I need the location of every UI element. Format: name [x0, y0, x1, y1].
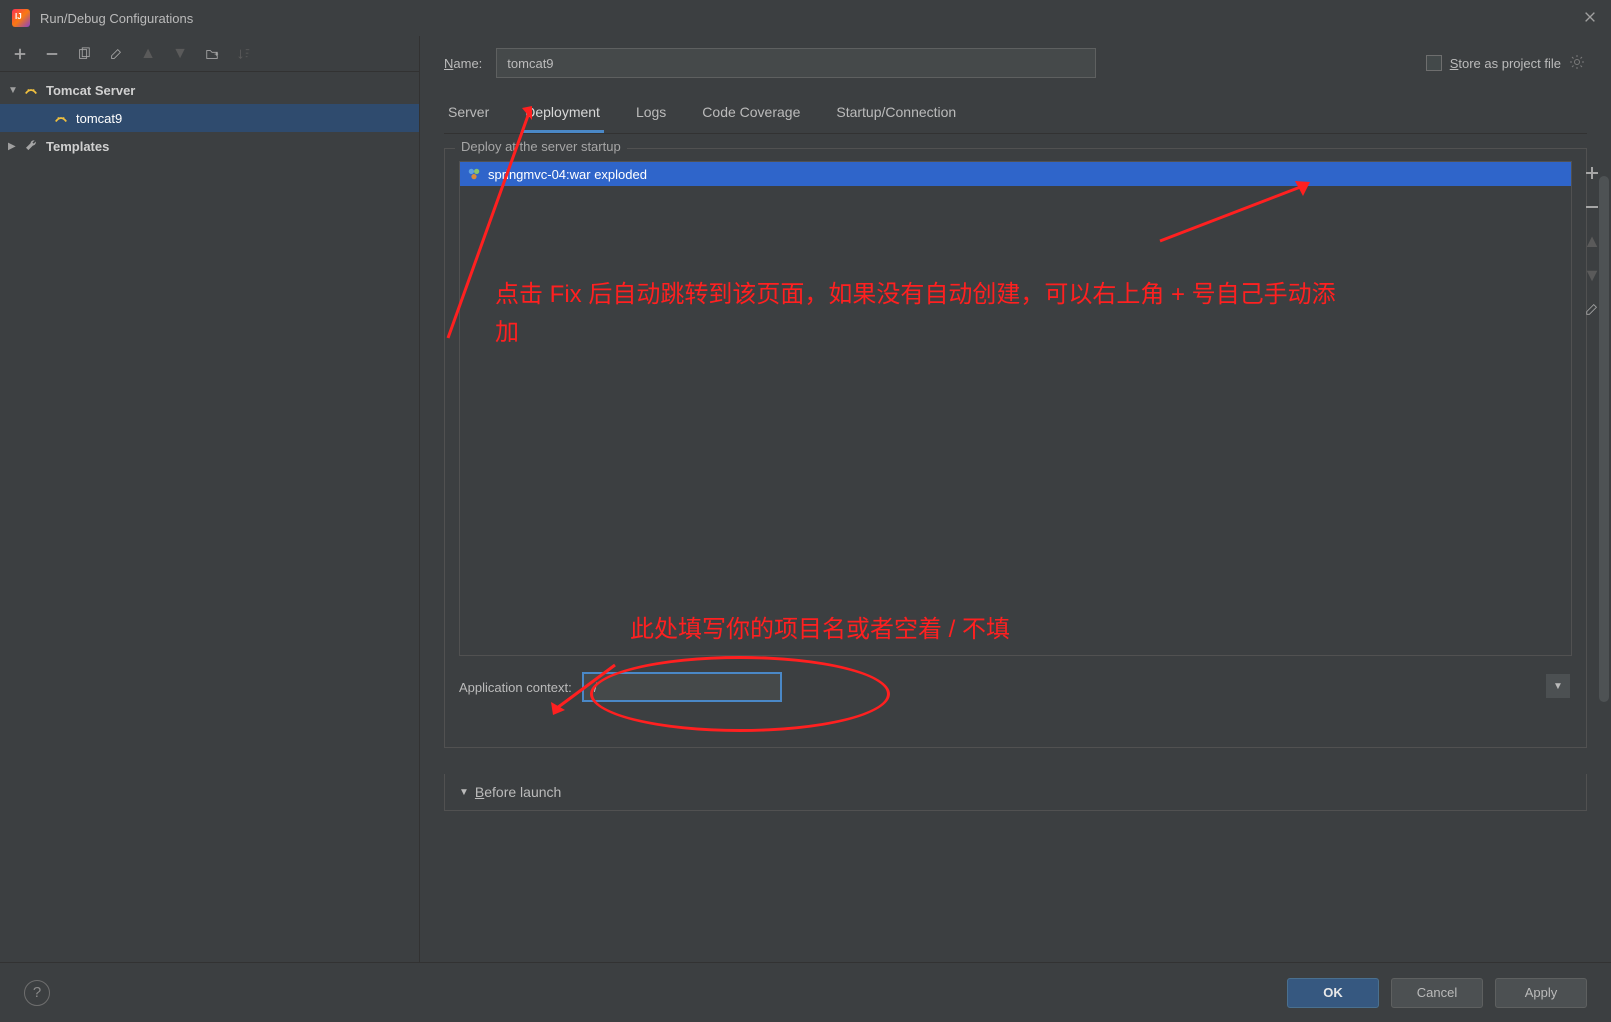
window-title: Run/Debug Configurations — [40, 11, 1583, 26]
tomcat-icon — [22, 81, 40, 99]
content-panel: Name: Store as project file Server Deplo… — [420, 36, 1611, 962]
before-launch-title[interactable]: ▼ Before launch — [459, 784, 1572, 800]
tabs: Server Deployment Logs Code Coverage Sta… — [444, 92, 1587, 134]
store-checkbox[interactable] — [1426, 55, 1442, 71]
gear-icon[interactable] — [1569, 54, 1587, 72]
tree-item-label: tomcat9 — [76, 111, 122, 126]
copy-config-button[interactable] — [72, 42, 96, 66]
deploy-section-label: Deploy at the server startup — [455, 139, 627, 154]
tab-logs[interactable]: Logs — [632, 98, 670, 133]
tree-templates[interactable]: ▶ Templates — [0, 132, 419, 160]
move-down-button[interactable]: ▼ — [168, 42, 192, 66]
wrench-icon — [22, 137, 40, 155]
cancel-button[interactable]: Cancel — [1391, 978, 1483, 1008]
name-label: Name: — [444, 56, 482, 71]
application-context-dropdown[interactable]: ▼ — [1546, 674, 1570, 698]
edit-templates-button[interactable] — [104, 42, 128, 66]
titlebar: Run/Debug Configurations — [0, 0, 1611, 36]
tree-item-tomcat9[interactable]: tomcat9 — [0, 104, 419, 132]
store-as-project-file[interactable]: Store as project file — [1426, 54, 1587, 72]
tree-category-tomcat[interactable]: ▼ Tomcat Server — [0, 76, 419, 104]
tab-deployment[interactable]: Deployment — [521, 98, 604, 133]
apply-button[interactable]: Apply — [1495, 978, 1587, 1008]
artifact-row[interactable]: springmvc-04:war exploded — [460, 162, 1571, 186]
tree-category-label: Tomcat Server — [46, 83, 135, 98]
move-up-button[interactable]: ▲ — [136, 42, 160, 66]
artifact-icon — [466, 166, 482, 182]
name-row: Name: Store as project file — [444, 48, 1587, 78]
intellij-icon — [12, 9, 30, 27]
deploy-section: Deploy at the server startup springmvc-0… — [444, 148, 1587, 748]
remove-config-button[interactable] — [40, 42, 64, 66]
close-icon[interactable] — [1583, 10, 1599, 26]
expand-icon: ▶ — [8, 141, 22, 152]
folder-button[interactable] — [200, 42, 224, 66]
scrollbar[interactable] — [1599, 176, 1609, 702]
application-context-input[interactable] — [582, 672, 782, 702]
tomcat-icon — [52, 109, 70, 127]
tab-code-coverage[interactable]: Code Coverage — [698, 98, 804, 133]
before-launch-section: ▼ Before launch — [444, 774, 1587, 811]
tab-startup-connection[interactable]: Startup/Connection — [832, 98, 960, 133]
help-button[interactable]: ? — [24, 980, 50, 1006]
application-context-row: Application context: ▼ — [459, 672, 1572, 702]
ok-button[interactable]: OK — [1287, 978, 1379, 1008]
collapse-icon: ▼ — [8, 85, 22, 96]
tree-templates-label: Templates — [46, 139, 109, 154]
add-config-button[interactable] — [8, 42, 32, 66]
artifact-list[interactable]: springmvc-04:war exploded ▲ ▼ — [459, 161, 1572, 656]
main-area: ▲ ▼ ▼ Tomcat Server tomcat9 — [0, 36, 1611, 962]
collapse-icon: ▼ — [459, 787, 469, 798]
application-context-label: Application context: — [459, 680, 572, 695]
artifact-label: springmvc-04:war exploded — [488, 167, 647, 182]
store-label: Store as project file — [1450, 56, 1561, 71]
sidebar-toolbar: ▲ ▼ — [0, 36, 419, 72]
sidebar: ▲ ▼ ▼ Tomcat Server tomcat9 — [0, 36, 420, 962]
config-tree: ▼ Tomcat Server tomcat9 ▶ Templates — [0, 72, 419, 160]
footer: ? OK Cancel Apply — [0, 962, 1611, 1022]
tab-server[interactable]: Server — [444, 98, 493, 133]
name-input[interactable] — [496, 48, 1096, 78]
sort-button[interactable] — [232, 42, 256, 66]
